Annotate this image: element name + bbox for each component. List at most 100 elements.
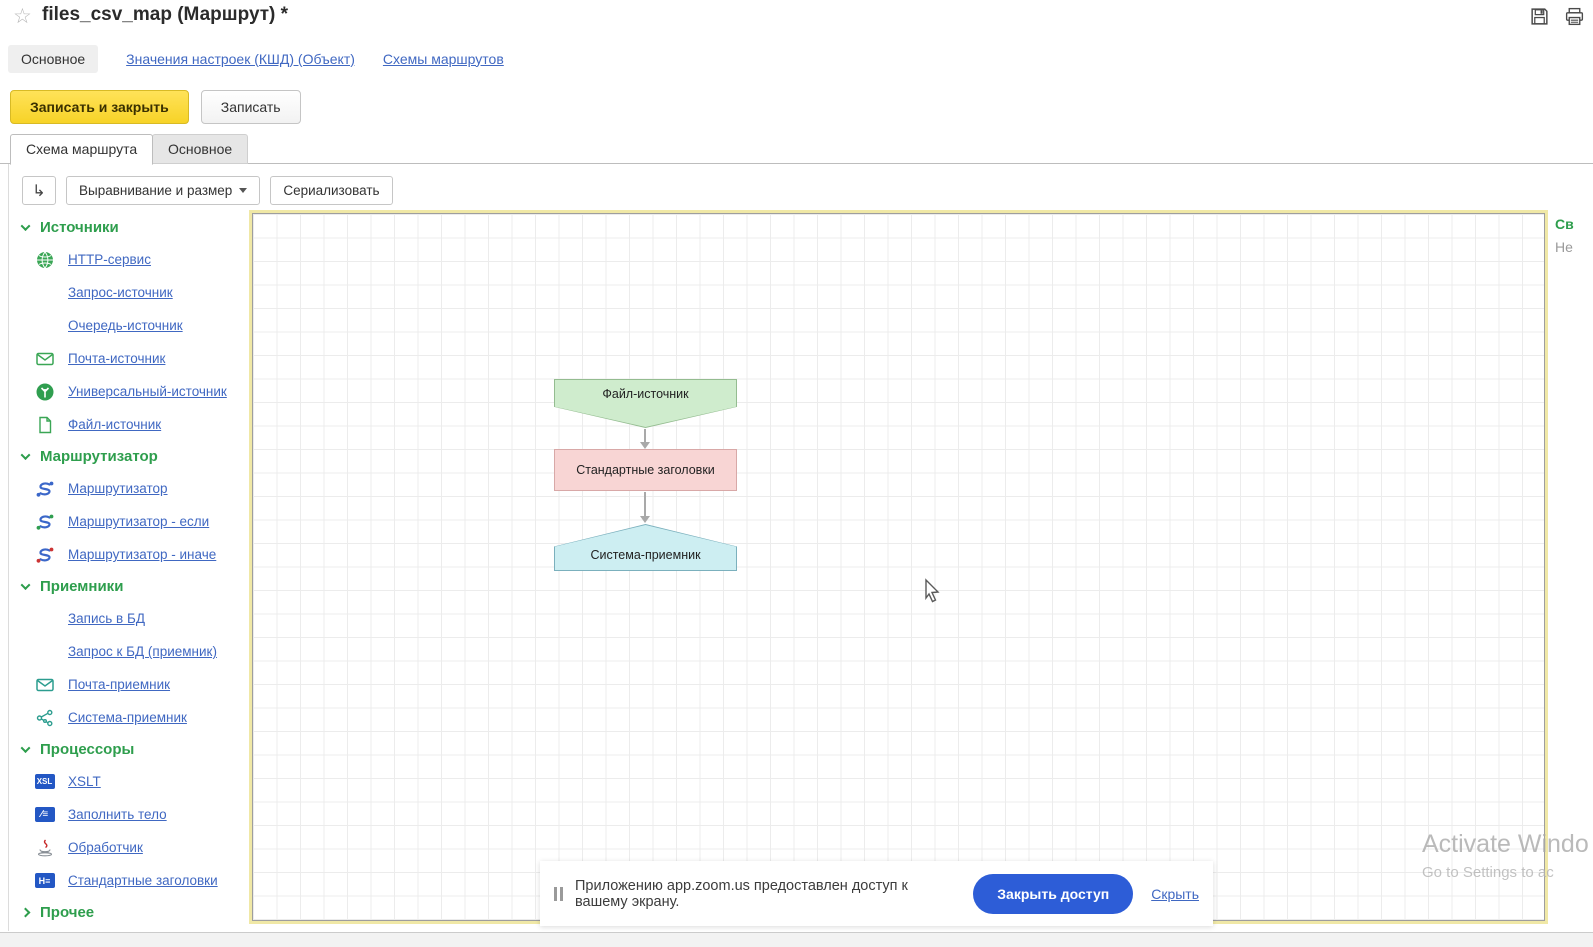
palette-item-xslt[interactable]: XSL XSLT: [10, 765, 250, 798]
arrow-down-icon: [640, 516, 650, 523]
page-title: files_csv_map (Маршрут) *: [42, 4, 289, 25]
palette-item-label[interactable]: Файл-источник: [68, 417, 161, 432]
flow-node-standard-headers[interactable]: Стандартные заголовки: [554, 449, 737, 491]
palette-item-label[interactable]: HTTP-сервис: [68, 252, 151, 267]
properties-title: Св: [1555, 216, 1574, 232]
section-label: Источники: [40, 219, 119, 236]
palette-item-label[interactable]: Заполнить тело: [68, 807, 167, 822]
flow-connector: [644, 429, 646, 443]
tab-content-border: [8, 164, 9, 931]
chevron-down-icon: [20, 743, 31, 754]
scheme-toolbar: ↳ Выравнивание и размер Сериализовать: [22, 176, 393, 205]
mail-icon: [34, 348, 55, 369]
fill-body-badge-icon: ∕≡: [34, 804, 55, 825]
router-if-icon: [34, 511, 55, 532]
window-bottom-edge: [0, 932, 1593, 947]
chevron-down-icon: [20, 221, 31, 232]
flow-node-label: Стандартные заголовки: [576, 463, 715, 477]
xsl-badge-icon: XSL: [34, 771, 55, 792]
section-receivers[interactable]: Приемники: [10, 571, 250, 602]
chevron-down-icon: [20, 580, 31, 591]
section-other[interactable]: Прочее: [10, 897, 250, 928]
palette-item-label[interactable]: XSLT: [68, 774, 101, 789]
palette-item-universal-source[interactable]: Универсальный-источник: [10, 375, 250, 408]
palette-item-router-else[interactable]: Маршрутизатор - иначе: [10, 538, 250, 571]
section-label: Маршрутизатор: [40, 448, 158, 465]
universal-source-icon: [34, 381, 55, 402]
palette-item-router[interactable]: Маршрутизатор: [10, 472, 250, 505]
palette-item-label[interactable]: Обработчик: [68, 840, 143, 855]
properties-panel-truncated: Св Не: [1555, 216, 1574, 255]
section-router[interactable]: Маршрутизатор: [10, 441, 250, 472]
section-label: Процессоры: [40, 741, 135, 758]
save-button[interactable]: Записать: [200, 90, 301, 124]
palette-item-db-write[interactable]: Запись в БД: [10, 602, 250, 635]
zoom-screen-share-notification: Приложению app.zoom.us предоставлен дост…: [540, 861, 1213, 926]
palette-item-label[interactable]: Почта-приемник: [68, 677, 170, 692]
align-size-label: Выравнивание и размер: [79, 183, 233, 198]
component-palette: Источники HTTP-сервис Запрос-источник Оч…: [10, 212, 250, 928]
arrow-down-icon: [640, 442, 650, 449]
palette-item-label[interactable]: Почта-источник: [68, 351, 165, 366]
java-icon: [34, 837, 55, 858]
palette-item-system-receiver[interactable]: Система-приемник: [10, 701, 250, 734]
window-header: ☆ files_csv_map (Маршрут) *: [0, 0, 1593, 38]
flow-node-file-source[interactable]: Файл-источник: [554, 379, 737, 428]
palette-item-handler[interactable]: Обработчик: [10, 831, 250, 864]
chevron-down-icon: [20, 450, 31, 461]
palette-item-file-source[interactable]: Файл-источник: [10, 408, 250, 441]
router-icon: [34, 478, 55, 499]
page-tabstrip: Схема маршрута Основное: [0, 134, 1593, 165]
palette-item-label[interactable]: Очередь-источник: [68, 318, 183, 333]
align-size-dropdown[interactable]: Выравнивание и размер: [66, 176, 261, 205]
system-network-icon: [34, 707, 55, 728]
palette-item-label[interactable]: Маршрутизатор - иначе: [68, 547, 216, 562]
palette-item-fill-body[interactable]: ∕≡ Заполнить тело: [10, 798, 250, 831]
nav-link-route-schemes[interactable]: Схемы маршрутов: [383, 51, 504, 67]
route-scheme-canvas[interactable]: Файл-источник Стандартные заголовки Сист…: [252, 213, 1545, 921]
close-access-button[interactable]: Закрыть доступ: [973, 873, 1134, 914]
palette-item-label[interactable]: Запрос к БД (приемник): [68, 644, 217, 659]
palette-item-label[interactable]: Стандартные заголовки: [68, 873, 218, 888]
palette-item-standard-headers[interactable]: H≡ Стандартные заголовки: [10, 864, 250, 897]
save-and-close-button[interactable]: Записать и закрыть: [10, 90, 189, 124]
notification-message: Приложению app.zoom.us предоставлен дост…: [575, 877, 908, 910]
section-label: Прочее: [40, 904, 95, 921]
flow-connector: [644, 492, 646, 517]
flow-node-label: Файл-источник: [602, 387, 689, 401]
object-nav: Основное Значения настроек (КШД) (Объект…: [8, 42, 504, 75]
reroute-arrow-icon[interactable]: ↳: [22, 176, 56, 205]
headers-badge-icon: H≡: [34, 870, 55, 891]
palette-item-label[interactable]: Запрос-источник: [68, 285, 173, 300]
serialize-button[interactable]: Сериализовать: [270, 176, 393, 205]
palette-item-label[interactable]: Запись в БД: [68, 611, 145, 626]
save-icon[interactable]: [1529, 6, 1550, 32]
tab-main[interactable]: Основное: [152, 134, 249, 164]
nav-tab-main[interactable]: Основное: [8, 44, 99, 73]
globe-icon: [34, 249, 55, 270]
palette-item-mail-receiver[interactable]: Почта-приемник: [10, 668, 250, 701]
palette-item-db-query-receiver[interactable]: Запрос к БД (приемник): [10, 635, 250, 668]
hide-link[interactable]: Скрыть: [1151, 886, 1199, 902]
print-icon[interactable]: [1564, 6, 1585, 32]
nav-link-settings-values[interactable]: Значения настроек (КШД) (Объект): [126, 51, 355, 67]
section-processors[interactable]: Процессоры: [10, 734, 250, 765]
flow-node-label: Система-приемник: [590, 548, 701, 562]
palette-item-http-service[interactable]: HTTP-сервис: [10, 243, 250, 276]
palette-item-router-if[interactable]: Маршрутизатор - если: [10, 505, 250, 538]
palette-item-label[interactable]: Маршрутизатор - если: [68, 514, 209, 529]
palette-item-label[interactable]: Система-приемник: [68, 710, 187, 725]
properties-subtitle: Не: [1555, 239, 1573, 255]
section-sources[interactable]: Источники: [10, 212, 250, 243]
palette-item-query-source[interactable]: Запрос-источник: [10, 276, 250, 309]
palette-item-label[interactable]: Маршрутизатор: [68, 481, 168, 496]
palette-item-queue-source[interactable]: Очередь-источник: [10, 309, 250, 342]
favorite-star-icon[interactable]: ☆: [13, 4, 32, 29]
tab-route-scheme[interactable]: Схема маршрута: [10, 134, 154, 165]
palette-item-label[interactable]: Универсальный-источник: [68, 384, 227, 399]
section-label: Приемники: [40, 578, 124, 595]
router-else-icon: [34, 544, 55, 565]
palette-item-mail-source[interactable]: Почта-источник: [10, 342, 250, 375]
chevron-right-icon: [20, 907, 31, 918]
flow-node-system-receiver[interactable]: Система-приемник: [554, 524, 737, 571]
